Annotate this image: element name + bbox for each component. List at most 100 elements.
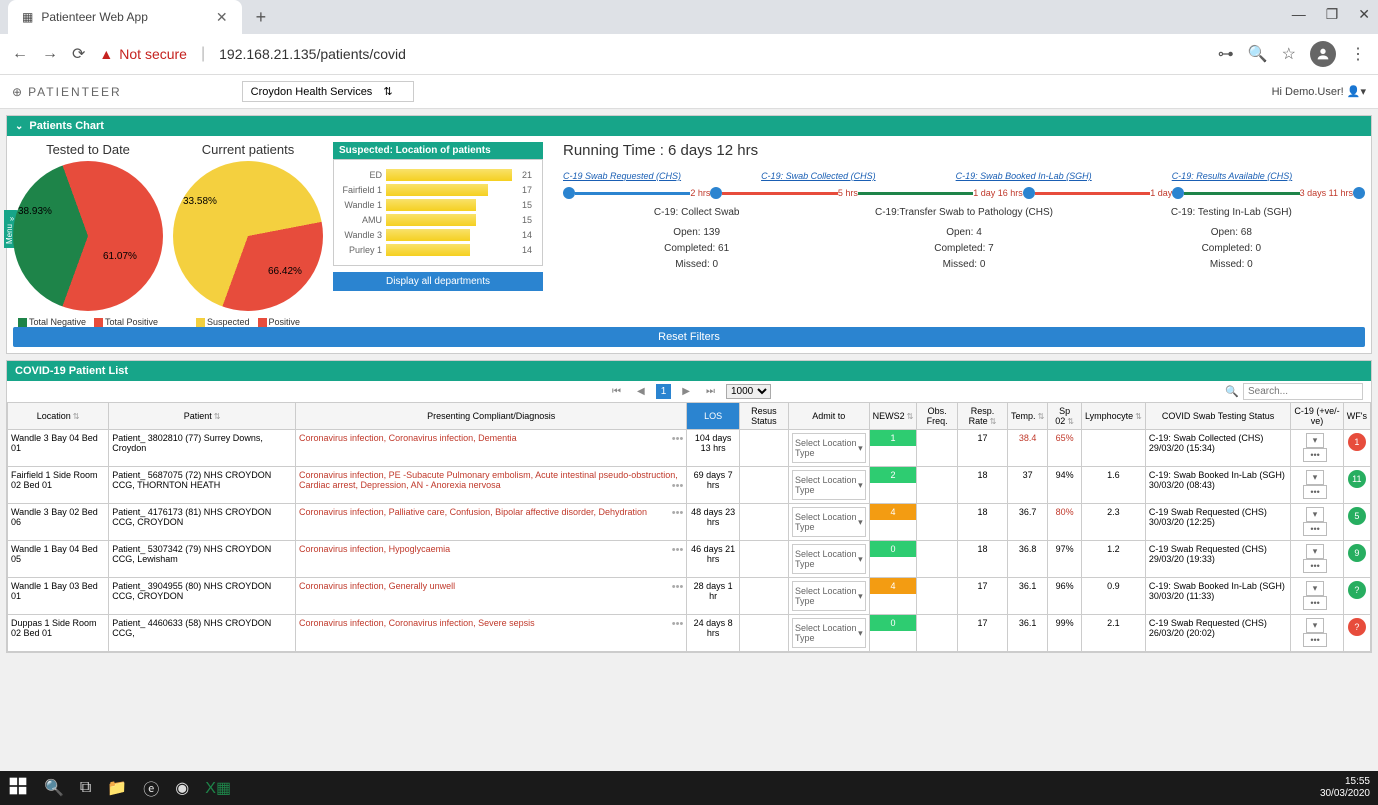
pager: ⏮ ◀ 1 ▶ ⏭ 1000 🔍 [7,381,1371,402]
pager-prev-icon[interactable]: ◀ [632,384,650,399]
app-logo[interactable]: ⊕ PATIENTEER [12,85,122,99]
admit-select[interactable]: Select Location Type▾ [792,433,866,463]
chrome-icon[interactable]: ◉ [175,778,189,798]
timeline-link[interactable]: C-19: Swab Booked In-Lab (SGH) [956,171,1092,181]
timeline-link[interactable]: C-19: Results Available (CHS) [1172,171,1293,181]
col-lymph[interactable]: Lymphocyte⇅ [1081,403,1145,430]
wf-badge[interactable]: 5 [1348,507,1366,525]
c19-more-icon[interactable]: ••• [1303,633,1326,647]
ellipsis-icon[interactable]: ••• [672,618,684,630]
admit-select[interactable]: Select Location Type▾ [792,470,866,500]
pager-next-icon[interactable]: ▶ [677,384,695,399]
window-close-icon[interactable]: ✕ [1358,6,1370,23]
ellipsis-icon[interactable]: ••• [672,433,684,445]
search-input[interactable] [1243,383,1363,400]
file-explorer-icon[interactable]: 📁 [107,778,127,798]
url-text[interactable]: 192.168.21.135/patients/covid [219,46,406,62]
profile-avatar-icon[interactable] [1310,41,1336,67]
c19-more-icon[interactable]: ••• [1303,596,1326,610]
kebab-menu-icon[interactable]: ⋮ [1350,44,1366,64]
excel-icon[interactable]: X▦ [205,778,231,798]
patients-chart-header[interactable]: ⌄ Patients Chart [7,116,1371,136]
admit-select[interactable]: Select Location Type▾ [792,618,866,648]
ellipsis-icon[interactable]: ••• [672,507,684,519]
col-temp[interactable]: Temp.⇅ [1008,403,1048,430]
c19-dropdown[interactable]: ▾ [1306,507,1325,522]
col-resus[interactable]: Resus Status [739,403,788,430]
pager-first-icon[interactable]: ⏮ [607,384,626,399]
window-maximize-icon[interactable]: ❐ [1326,6,1339,23]
col-news2[interactable]: NEWS2⇅ [869,403,917,430]
col-obs[interactable]: Obs. Freq. [917,403,958,430]
cell-news2: 0 [869,541,917,578]
pager-page[interactable]: 1 [656,384,672,399]
ellipsis-icon[interactable]: ••• [672,480,684,492]
col-location[interactable]: Location⇅ [8,403,109,430]
col-swab[interactable]: COVID Swab Testing Status [1145,403,1291,430]
c19-dropdown[interactable]: ▾ [1306,581,1325,596]
window-minimize-icon[interactable]: — [1292,6,1306,23]
wf-badge[interactable]: ? [1348,581,1366,599]
reload-icon[interactable]: ⟳ [72,44,85,64]
c19-dropdown[interactable]: ▾ [1306,433,1325,448]
c19-dropdown[interactable]: ▾ [1306,618,1325,633]
tab-close-icon[interactable]: ✕ [216,9,228,26]
col-c19[interactable]: C-19 (+ve/-ve) [1291,403,1343,430]
not-secure-badge[interactable]: ▲ Not secure [99,46,187,62]
browser-tab[interactable]: ▦ Patienteer Web App ✕ [8,0,242,34]
wf-badge[interactable]: 1 [1348,433,1366,451]
c19-more-icon[interactable]: ••• [1303,485,1326,499]
patient-list-header[interactable]: COVID-19 Patient List [7,361,1371,381]
reset-filters-button[interactable]: Reset Filters [13,327,1365,347]
c19-dropdown[interactable]: ▾ [1306,470,1325,485]
c19-dropdown[interactable]: ▾ [1306,544,1325,559]
star-icon[interactable]: ☆ [1282,44,1296,64]
ellipsis-icon[interactable]: ••• [672,581,684,593]
admit-select[interactable]: Select Location Type▾ [792,581,866,611]
ellipsis-icon[interactable]: ••• [672,544,684,556]
start-icon[interactable] [8,776,28,801]
table-row[interactable]: Duppas 1 Side Room 02 Bed 01 Patient_ 44… [8,615,1371,652]
cell-news2: 2 [869,467,917,504]
timeline-link[interactable]: C-19: Swab Collected (CHS) [761,171,876,181]
table-row[interactable]: Wandle 3 Bay 04 Bed 01 Patient_ 3802810 … [8,430,1371,467]
col-los[interactable]: LOS [687,403,740,430]
key-icon[interactable]: ⊶ [1218,44,1234,64]
c19-more-icon[interactable]: ••• [1303,559,1326,573]
cell-patient: Patient_ 5307342 (79) NHS CROYDON CCG, L… [109,541,296,578]
org-select[interactable]: Croydon Health Services ⇅ [242,81,414,102]
table-row[interactable]: Wandle 1 Bay 03 Bed 01 Patient_ 3904955 … [8,578,1371,615]
col-diagnosis[interactable]: Presenting Compliant/Diagnosis [296,403,687,430]
system-clock[interactable]: 15:55 30/03/2020 [1320,776,1370,800]
pie-chart [13,161,163,311]
page-size-select[interactable]: 1000 [726,384,771,399]
col-resp[interactable]: Resp. Rate⇅ [958,403,1008,430]
wf-badge[interactable]: ? [1348,618,1366,636]
col-wf[interactable]: WF's [1343,403,1370,430]
user-greeting[interactable]: Hi Demo.User! 👤▾ [1272,85,1366,98]
col-patient[interactable]: Patient⇅ [109,403,296,430]
col-spo2[interactable]: Sp 02⇅ [1048,403,1082,430]
c19-more-icon[interactable]: ••• [1303,522,1326,536]
display-all-departments-button[interactable]: Display all departments [333,272,543,291]
admit-select[interactable]: Select Location Type▾ [792,544,866,574]
table-row[interactable]: Fairfield 1 Side Room 02 Bed 01 Patient_… [8,467,1371,504]
pager-last-icon[interactable]: ⏭ [701,384,720,399]
forward-icon[interactable]: → [42,45,58,63]
c19-more-icon[interactable]: ••• [1303,448,1326,462]
task-view-icon[interactable]: ⧉ [80,779,91,797]
table-row[interactable]: Wandle 1 Bay 04 Bed 05 Patient_ 5307342 … [8,541,1371,578]
search-taskbar-icon[interactable]: 🔍 [44,778,64,798]
table-row[interactable]: Wandle 3 Bay 02 Bed 06 Patient_ 4176173 … [8,504,1371,541]
ie-icon[interactable]: ⓔ [143,776,159,800]
cell-los: 46 days 21 hrs [687,541,740,578]
timeline-link[interactable]: C-19 Swab Requested (CHS) [563,171,681,181]
col-admit[interactable]: Admit to [788,403,869,430]
back-icon[interactable]: ← [12,45,28,63]
wf-badge[interactable]: 9 [1348,544,1366,562]
admit-select[interactable]: Select Location Type▾ [792,507,866,537]
wf-badge[interactable]: 11 [1348,470,1366,488]
cell-lymph: 2.3 [1081,504,1145,541]
new-tab-icon[interactable]: + [256,7,267,28]
zoom-icon[interactable]: 🔍 [1248,44,1268,64]
